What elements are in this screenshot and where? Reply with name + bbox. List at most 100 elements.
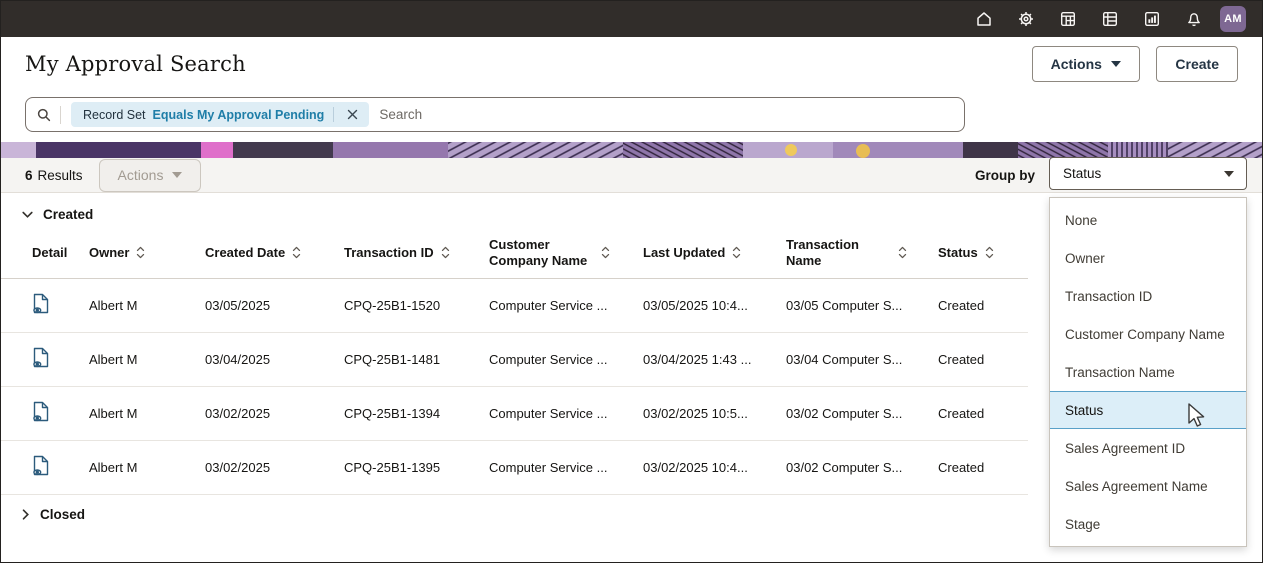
dropdown-item-transaction-name[interactable]: Transaction Name — [1050, 353, 1246, 391]
column-header-transaction-name[interactable]: Transaction Name — [786, 228, 938, 279]
chevron-down-icon — [172, 172, 183, 178]
cell-last-updated: 03/02/2025 10:4... — [643, 440, 786, 495]
group-header-closed-label: Closed — [40, 506, 86, 522]
create-button[interactable]: Create — [1156, 46, 1238, 82]
divider — [60, 105, 61, 124]
column-header-last-updated[interactable]: Last Updated — [643, 228, 786, 279]
notifications-icon[interactable] — [1178, 5, 1210, 33]
cell-created-date: 03/02/2025 — [205, 386, 344, 441]
page-header: My Approval Search Actions Create — [1, 37, 1262, 91]
chevron-down-icon — [22, 211, 33, 218]
chip-close-icon[interactable] — [341, 104, 363, 126]
sort-icon[interactable] — [292, 246, 301, 259]
cell-customer-company-name: Computer Service ... — [489, 278, 643, 333]
dropdown-item-owner[interactable]: Owner — [1050, 239, 1246, 277]
chevron-down-icon — [1110, 61, 1121, 67]
cell-last-updated: 03/02/2025 10:5... — [643, 386, 786, 441]
dropdown-item-transaction-id[interactable]: Transaction ID — [1050, 277, 1246, 315]
column-header-created-date[interactable]: Created Date — [205, 228, 344, 279]
group-by-dropdown-menu: None Owner Transaction ID Customer Compa… — [1049, 197, 1247, 547]
filter-chip-operator: Equals My Approval Pending — [152, 107, 325, 122]
results-count-number: 6 — [25, 167, 33, 183]
cell-created-date: 03/05/2025 — [205, 278, 344, 333]
sort-icon[interactable] — [441, 246, 450, 259]
cell-owner: Albert M — [89, 332, 205, 387]
filter-chip-record-set: Record Set Equals My Approval Pending — [71, 102, 370, 127]
divider — [333, 107, 335, 122]
cell-customer-company-name: Computer Service ... — [489, 386, 643, 441]
avatar[interactable]: AM — [1220, 6, 1246, 32]
column-label: Transaction Name — [786, 236, 859, 268]
column-header-owner[interactable]: Owner — [89, 228, 205, 279]
table-row[interactable]: Albert M 03/05/2025 CPQ-25B1-1520 Comput… — [1, 278, 1028, 333]
dropdown-item-customer-company-name[interactable]: Customer Company Name — [1050, 315, 1246, 353]
table-header-row: Detail Owner Created Date Transaction ID… — [1, 228, 1028, 279]
search-input[interactable] — [379, 107, 954, 122]
cell-transaction-name: 03/04 Computer S... — [786, 332, 938, 387]
global-header: AM — [1, 1, 1262, 37]
group-by-label: Group by — [975, 168, 1035, 183]
sort-icon[interactable] — [732, 246, 741, 259]
tables-icon[interactable] — [1094, 5, 1126, 33]
header-actions: Actions Create — [1031, 46, 1238, 82]
cell-created-date: 03/04/2025 — [205, 332, 344, 387]
app-window: AM My Approval Search Actions Create Rec… — [0, 0, 1263, 563]
dropdown-item-status[interactable]: Status — [1050, 391, 1246, 429]
sort-icon[interactable] — [136, 246, 145, 259]
chevron-right-icon — [22, 508, 29, 520]
cell-owner: Albert M — [89, 440, 205, 495]
column-header-transaction-id[interactable]: Transaction ID — [344, 228, 489, 279]
decorative-banner — [1, 142, 1262, 158]
sort-icon[interactable] — [898, 246, 907, 259]
column-header-status[interactable]: Status — [938, 228, 1028, 279]
search-bar[interactable]: Record Set Equals My Approval Pending — [25, 97, 965, 132]
settings-icon[interactable] — [1010, 5, 1042, 33]
reports-icon[interactable] — [1136, 5, 1168, 33]
group-header-created-label: Created — [43, 207, 94, 222]
results-count: 6 Results — [25, 168, 83, 183]
cell-transaction-id: CPQ-25B1-1395 — [344, 440, 489, 495]
cell-status: Created — [938, 278, 1028, 333]
table-actions-label: Actions — [117, 167, 164, 183]
cell-status: Created — [938, 386, 1028, 441]
cell-created-date: 03/02/2025 — [205, 440, 344, 495]
results-table: Detail Owner Created Date Transaction ID… — [1, 228, 1028, 495]
filter-chip-field: Record Set — [83, 107, 146, 122]
column-label: Transaction ID — [344, 244, 434, 260]
column-header-detail: Detail — [1, 228, 89, 279]
detail-preview-icon[interactable] — [32, 401, 51, 423]
table-row[interactable]: Albert M 03/02/2025 CPQ-25B1-1395 Comput… — [1, 440, 1028, 495]
column-label: Detail — [32, 244, 68, 260]
dropdown-item-sales-agreement-id[interactable]: Sales Agreement ID — [1050, 429, 1246, 467]
column-label: Created Date — [205, 244, 286, 260]
column-header-customer-company-name[interactable]: Customer Company Name — [489, 228, 643, 279]
cell-transaction-name: 03/02 Computer S... — [786, 386, 938, 441]
sort-icon[interactable] — [985, 246, 994, 259]
cell-transaction-id: CPQ-25B1-1481 — [344, 332, 489, 387]
cell-transaction-name: 03/02 Computer S... — [786, 440, 938, 495]
cell-transaction-name: 03/05 Computer S... — [786, 278, 938, 333]
dropdown-item-stage[interactable]: Stage — [1050, 505, 1246, 543]
table-row[interactable]: Albert M 03/02/2025 CPQ-25B1-1394 Comput… — [1, 386, 1028, 441]
dropdown-item-none[interactable]: None — [1050, 201, 1246, 239]
cell-owner: Albert M — [89, 278, 205, 333]
applications-icon[interactable] — [1052, 5, 1084, 33]
cell-status: Created — [938, 332, 1028, 387]
cell-status: Created — [938, 440, 1028, 495]
actions-button[interactable]: Actions — [1031, 46, 1140, 82]
chevron-down-icon — [1224, 170, 1234, 177]
table-actions-button[interactable]: Actions — [98, 158, 202, 192]
group-by-select[interactable]: Status — [1049, 157, 1247, 190]
cell-transaction-id: CPQ-25B1-1394 — [344, 386, 489, 441]
detail-preview-icon[interactable] — [32, 455, 51, 477]
cell-customer-company-name: Computer Service ... — [489, 332, 643, 387]
cell-owner: Albert M — [89, 386, 205, 441]
sort-icon[interactable] — [601, 246, 610, 259]
column-label: Status — [938, 244, 978, 260]
home-icon[interactable] — [968, 5, 1000, 33]
table-row[interactable]: Albert M 03/04/2025 CPQ-25B1-1481 Comput… — [1, 332, 1028, 387]
detail-preview-icon[interactable] — [32, 293, 51, 315]
dropdown-item-sales-agreement-name[interactable]: Sales Agreement Name — [1050, 467, 1246, 505]
detail-preview-icon[interactable] — [32, 347, 51, 369]
group-by-selected-value: Status — [1063, 166, 1102, 181]
